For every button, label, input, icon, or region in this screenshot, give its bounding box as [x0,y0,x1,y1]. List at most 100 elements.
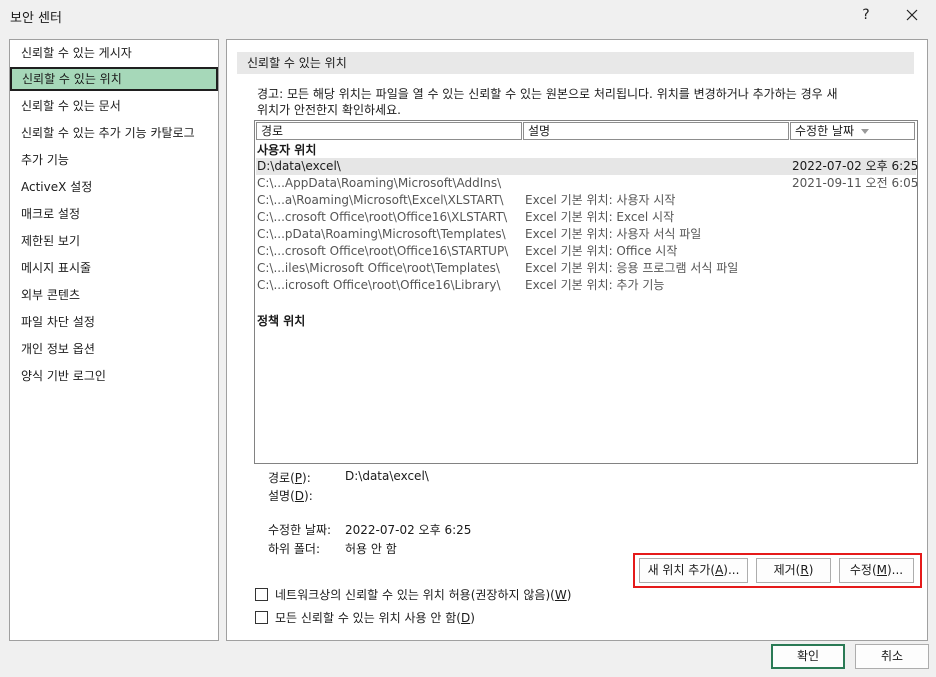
row-description: Excel 기본 위치: 응용 프로그램 서식 파일 [525,261,739,275]
detail-modified-value: 2022-07-02 오후 6:25 [345,523,472,537]
sidebar-item-addins[interactable]: 추가 기능 [11,148,216,172]
disable-locations-label[interactable]: 모든 신뢰할 수 있는 위치 사용 안 함(D) [275,609,475,626]
sidebar-item-trusted-addin-catalogs[interactable]: 신뢰할 수 있는 추가 기능 카탈로그 [11,121,216,145]
add-location-button[interactable]: 새 위치 추가(A)... [639,558,748,583]
column-header-label: 경로 [261,124,284,138]
accelerator-key: R [800,563,809,577]
sidebar-item-trusted-documents[interactable]: 신뢰할 수 있는 문서 [11,94,216,118]
table-row[interactable]: C:\...a\Roaming\Microsoft\Excel\XLSTART\… [256,192,916,209]
sidebar-item-label: ActiveX 설정 [21,180,93,194]
sidebar-item-trusted-publishers[interactable]: 신뢰할 수 있는 게시자 [11,41,216,65]
location-buttons-highlight: 새 위치 추가(A)... 제거(R) 수정(M)... [633,553,922,588]
sidebar-item-protected-view[interactable]: 제한된 보기 [11,229,216,253]
accelerator-key: D [460,611,471,625]
row-path: C:\...icrosoft Office\root\Office16\Libr… [257,278,501,292]
row-path: D:\data\excel\ [257,159,341,173]
ok-button[interactable]: 확인 [771,644,845,669]
button-text: 제거( [773,563,801,577]
table-row[interactable]: C:\...AppData\Roaming\Microsoft\AddIns\ … [256,175,918,192]
sidebar-item-label: 양식 기반 로그인 [21,369,106,383]
row-description: Excel 기본 위치: Office 시작 [525,244,678,258]
table-row[interactable]: C:\...icrosoft Office\root\Office16\Libr… [256,277,916,294]
row-path: C:\...iles\Microsoft Office\root\Templat… [257,261,500,275]
detail-label-text: 설명 [268,489,291,503]
help-button[interactable]: ? [846,2,886,28]
column-header-description[interactable]: 설명 [523,122,789,140]
row-path: C:\...crosoft Office\root\Office16\XLSTA… [257,210,508,224]
checkbox-label-suffix: ) [566,588,572,602]
sidebar-item-label: 신뢰할 수 있는 문서 [21,99,121,113]
network-locations-checkbox[interactable] [255,588,268,601]
sidebar-item-message-bar[interactable]: 메시지 표시줄 [11,256,216,280]
detail-path-label: 경로(P): [268,471,311,485]
detail-label-text: 경로 [268,471,291,485]
locations-list[interactable]: 경로 설명 수정한 날짜 사용자 위치 D:\data\excel\ 2022-… [254,120,918,464]
row-path: C:\...pData\Roaming\Microsoft\Templates\ [257,227,506,241]
sidebar-item-macro[interactable]: 매크로 설정 [11,202,216,226]
column-header-date[interactable]: 수정한 날짜 [790,122,915,140]
row-date: 2022-07-02 오후 6:25 [792,159,919,173]
remove-button[interactable]: 제거(R) [756,558,831,583]
modify-button[interactable]: 수정(M)... [839,558,914,583]
column-header-path[interactable]: 경로 [256,122,522,140]
button-text: 확인 [796,649,820,663]
accelerator-key: D [294,489,305,503]
row-description: Excel 기본 위치: 추가 기능 [525,278,665,292]
sidebar-item-external-content[interactable]: 외부 콘텐츠 [11,283,216,307]
button-text: 취소 [880,649,904,663]
cancel-button[interactable]: 취소 [855,644,929,669]
detail-path-value: D:\data\excel\ [345,469,429,483]
sidebar-item-label: 파일 차단 설정 [21,315,95,329]
warning-description: 경고: 모든 해당 위치는 파일을 열 수 있는 신뢰할 수 있는 원본으로 처… [257,86,897,118]
sidebar-item-trusted-locations[interactable]: 신뢰할 수 있는 위치 [10,67,218,91]
accelerator-key: M [876,563,887,577]
button-text: 수정( [849,563,877,577]
sidebar-item-activex[interactable]: ActiveX 설정 [11,175,216,199]
network-locations-label[interactable]: 네트워크상의 신뢰할 수 있는 위치 허용(권장하지 않음)(W) [275,586,571,603]
detail-subfolder-value: 허용 안 함 [345,542,397,556]
sidebar-item-label: 메시지 표시줄 [21,261,92,275]
button-text-suffix: )... [887,563,904,577]
sort-arrow-icon [860,129,869,134]
title-bar: 보안 센터 ? [0,0,936,32]
sidebar-item-privacy[interactable]: 개인 정보 옵션 [11,337,216,361]
row-description: Excel 기본 위치: 사용자 서식 파일 [525,227,702,241]
sidebar-item-label: 외부 콘텐츠 [21,288,81,302]
row-path: C:\...AppData\Roaming\Microsoft\AddIns\ [257,176,502,190]
group-label-policy: 정책 위치 [257,314,306,328]
button-text-suffix: ) [808,563,814,577]
help-icon: ? [862,7,870,23]
window-title: 보안 센터 [10,11,62,26]
detail-modified-label: 수정한 날짜: [268,523,332,537]
sidebar-item-label: 개인 정보 옵션 [21,342,95,356]
column-header-label: 수정한 날짜 [795,124,855,138]
column-header-label: 설명 [528,124,551,138]
sidebar-item-label: 신뢰할 수 있는 위치 [22,72,122,86]
section-title: 신뢰할 수 있는 위치 [237,52,914,74]
close-icon [906,9,918,21]
warning-line-1: 경고: 모든 해당 위치는 파일을 열 수 있는 신뢰할 수 있는 원본으로 처… [257,87,838,101]
checkbox-label-text: 모든 신뢰할 수 있는 위치 사용 안 함( [275,611,461,625]
sidebar-item-label: 제한된 보기 [21,234,81,248]
table-row[interactable]: C:\...pData\Roaming\Microsoft\Templates\… [256,226,916,243]
checkbox-label-text: 네트워크상의 신뢰할 수 있는 위치 허용(권장하지 않음)( [275,588,555,602]
warning-line-2: 위치가 안전한지 확인하세요. [257,103,401,117]
close-button[interactable] [892,2,932,28]
table-row[interactable]: C:\...iles\Microsoft Office\root\Templat… [256,260,916,277]
accelerator-key: W [554,588,567,602]
table-row[interactable]: D:\data\excel\ 2022-07-02 오후 6:25 [256,158,919,175]
sidebar-item-label: 매크로 설정 [21,207,81,221]
button-text-suffix: )... [723,563,740,577]
sidebar-nav: 신뢰할 수 있는 게시자 신뢰할 수 있는 위치 신뢰할 수 있는 문서 신뢰할… [9,39,219,641]
content-panel: 신뢰할 수 있는 위치 경고: 모든 해당 위치는 파일을 열 수 있는 신뢰할… [226,39,928,641]
sidebar-item-file-block[interactable]: 파일 차단 설정 [11,310,216,334]
checkbox-label-suffix: ) [470,611,475,625]
sidebar-item-form-login[interactable]: 양식 기반 로그인 [11,364,216,388]
group-label-user: 사용자 위치 [257,143,317,157]
row-description: Excel 기본 위치: Excel 시작 [525,210,675,224]
disable-locations-checkbox[interactable] [255,611,268,624]
table-row[interactable]: C:\...crosoft Office\root\Office16\START… [256,243,916,260]
table-row[interactable]: C:\...crosoft Office\root\Office16\XLSTA… [256,209,916,226]
row-path: C:\...crosoft Office\root\Office16\START… [257,244,509,258]
row-description: Excel 기본 위치: 사용자 시작 [525,193,676,207]
